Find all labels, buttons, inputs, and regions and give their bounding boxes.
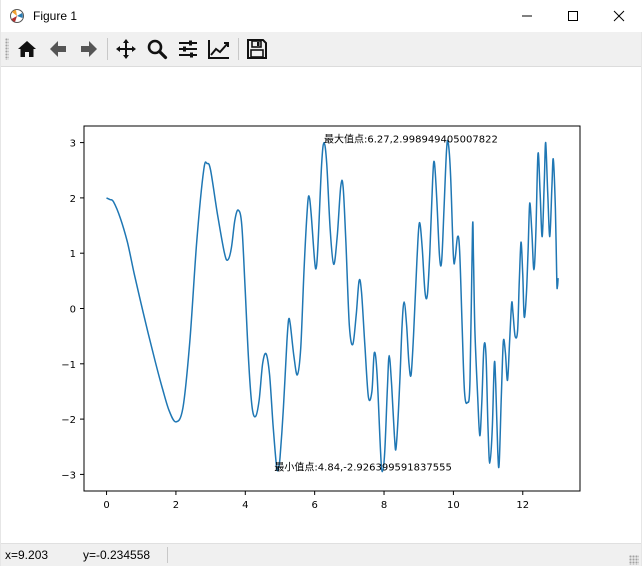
y-tick-label: 1 — [70, 249, 76, 260]
back-arrow-icon — [50, 41, 66, 57]
y-tick-label: 2 — [70, 194, 76, 205]
y-tick-label: 0 — [70, 305, 76, 316]
min-point-annotation: 最小值点:4.84,-2.926399591837555 — [274, 460, 451, 473]
home-icon — [18, 41, 36, 57]
edit-axis-icon — [208, 40, 229, 59]
max-point-annotation: 最大值点:6.27,2.998949405007822 — [324, 133, 498, 146]
toolbar-separator — [107, 38, 108, 60]
cursor-y-readout: y=-0.234558 — [83, 548, 151, 562]
toolbar-grip[interactable] — [5, 38, 9, 60]
pan-icon — [116, 39, 136, 59]
figure-canvas[interactable]: 0 2 4 6 8 10 12 −3 −2 −1 0 1 2 3 最大值点:6.27,2.9989494… — [1, 67, 641, 543]
home-button[interactable] — [15, 37, 39, 61]
x-tick-label: 6 — [311, 500, 317, 511]
zoom-button[interactable] — [145, 37, 169, 61]
y-tick-label: −1 — [61, 360, 76, 371]
save-button[interactable] — [245, 37, 269, 61]
window-title: Figure 1 — [33, 9, 78, 23]
x-tick-label: 8 — [381, 500, 387, 511]
close-icon — [613, 10, 625, 22]
figure-window: Figure 1 0 2 4 6 8 10 12 −3 −2 −1 0 1 2 … — [0, 0, 642, 566]
forward-button[interactable] — [77, 37, 101, 61]
cursor-x-readout: x=9.203 — [5, 548, 49, 562]
title-bar[interactable]: Figure 1 — [1, 0, 642, 32]
y-tick-label: −2 — [61, 415, 76, 426]
subplots-config-icon — [179, 40, 197, 58]
close-button[interactable] — [596, 0, 642, 32]
axes-frame — [83, 125, 581, 492]
x-tick-label: 10 — [447, 500, 460, 511]
minimize-icon — [522, 15, 532, 17]
navigation-toolbar — [1, 32, 641, 67]
pan-button[interactable] — [114, 37, 138, 61]
toolbar-separator — [238, 38, 239, 60]
x-axis: 0 2 4 6 8 10 12 — [103, 491, 529, 511]
configure-subplots-button[interactable] — [176, 37, 200, 61]
matplotlib-logo-icon — [9, 8, 25, 24]
x-tick-label: 2 — [173, 500, 179, 511]
maximize-button[interactable] — [550, 0, 596, 32]
forward-arrow-icon — [81, 41, 97, 57]
y-tick-label: −3 — [61, 470, 76, 481]
back-button[interactable] — [46, 37, 70, 61]
status-separator — [167, 547, 168, 563]
x-tick-label: 0 — [103, 500, 109, 511]
y-axis: −3 −2 −1 0 1 2 3 — [61, 139, 84, 481]
maximize-icon — [568, 11, 578, 21]
edit-axis-button[interactable] — [207, 37, 231, 61]
y-tick-label: 3 — [70, 139, 76, 150]
x-tick-label: 12 — [516, 500, 529, 511]
x-tick-label: 4 — [242, 500, 248, 511]
resize-grip[interactable] — [629, 555, 639, 565]
plot-area[interactable]: 0 2 4 6 8 10 12 −3−2−10123 最大值点:6.27,2.9989494… — [1, 67, 641, 543]
save-icon — [247, 39, 267, 59]
minimize-button[interactable] — [504, 0, 550, 32]
zoom-icon — [147, 39, 168, 60]
status-bar: x=9.203 y=-0.234558 — [1, 543, 641, 566]
